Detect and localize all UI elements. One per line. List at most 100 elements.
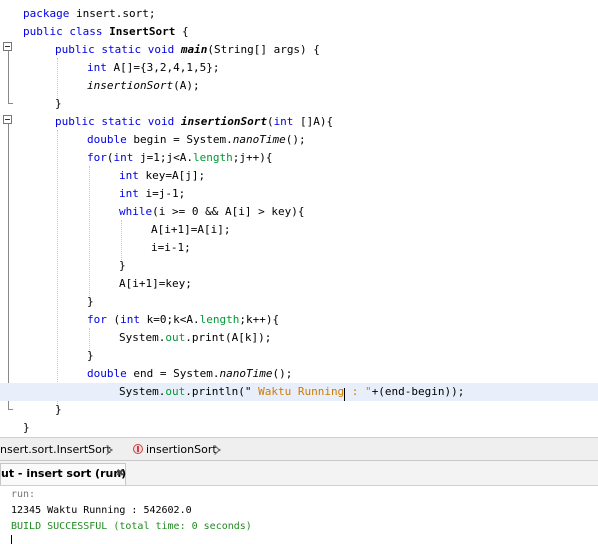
navigation-breadcrumb: nsert.sort.InsertSort insertionSort [0,437,598,461]
code-line-text: public static void main(String[] args) { [55,41,320,59]
code-keyword: for [87,313,107,326]
code-line[interactable]: A[i+1]=A[i]; [0,221,598,239]
code-line-text: while(i >= 0 && A[i] > key){ [119,203,304,221]
code-line-text: int key=A[j]; [119,167,205,185]
code-line[interactable]: package insert.sort; [0,5,598,23]
method-icon [133,444,143,454]
code-token: (String[] args) { [207,43,320,56]
code-keyword: package [23,7,70,20]
code-line-text: double begin = System.nanoTime(); [87,131,306,149]
code-keyword: while [119,205,153,218]
code-line-text: } [87,293,94,311]
code-keyword: int [87,61,107,74]
code-line-text: } [87,347,94,365]
code-line[interactable]: while(i >= 0 && A[i] > key){ [0,203,598,221]
code-field: length [199,313,240,326]
code-token: main [180,43,208,56]
code-token: nanoTime [232,133,286,146]
code-field: out [165,331,186,344]
code-token: j=1;j<A. [133,151,193,164]
code-line[interactable]: int i=j-1; [0,185,598,203]
code-token: insertionSort [87,79,174,92]
breadcrumb-separator-icon [213,441,223,457]
code-token: { [175,25,189,38]
code-line-text: for (int k=0;k<A.length;k++){ [87,311,279,329]
code-line[interactable]: for(int j=1;j<A.length;j++){ [0,149,598,167]
code-token: System. [119,385,166,398]
code-keyword: int [113,151,134,164]
code-line-text: System.out.print(A[k]); [119,329,271,347]
code-line[interactable]: insertionSort(A); [0,77,598,95]
code-line[interactable]: double begin = System.nanoTime(); [0,131,598,149]
code-line-text: int A[]={3,2,4,1,5}; [87,59,219,77]
output-result-line: 12345 Waktu Running : 542602.0 [11,505,192,516]
code-editor[interactable]: package insert.sort; public class InsertS… [0,0,598,437]
code-token: end = System. [126,367,220,380]
code-token: insert.sort; [69,7,156,20]
code-line[interactable]: i=i-1; [0,239,598,257]
code-line-text: A[i+1]=A[i]; [151,221,230,239]
code-keyword: for [87,151,107,164]
code-line-text: insertionSort(A); [87,77,200,95]
code-line[interactable]: } [0,419,598,437]
code-token: (); [272,367,293,380]
code-line[interactable]: } [0,95,598,113]
code-keyword: int [120,313,140,326]
code-string: Waktu Running [251,385,345,398]
code-token: .println(" [185,385,252,398]
code-line[interactable]: } [0,257,598,275]
code-token: []A){ [293,115,334,128]
code-line-current[interactable]: System.out.println(" Waktu Running| : "+… [0,383,598,401]
code-token: key=A[j]; [138,169,206,182]
breadcrumb-method[interactable]: insertionSort [146,442,217,458]
output-build-status: BUILD SUCCESSFUL (total time: 0 seconds) [11,521,252,532]
code-token: } [87,295,94,308]
code-token: +(end-begin)); [371,385,465,398]
code-line[interactable]: } [0,293,598,311]
code-token: InsertSort [109,25,176,38]
code-token: (); [285,133,306,146]
code-token: } [87,349,94,362]
code-line[interactable]: public static void main(String[] args) { [0,41,598,59]
tab-output-label: ut - insert sort (run) [1,467,127,480]
code-token: i=j-1; [138,187,186,200]
close-icon[interactable]: ✖ [116,468,124,479]
tab-output[interactable]: ut - insert sort (run) ✖ [0,463,126,485]
breadcrumb-class[interactable]: nsert.sort.InsertSort [0,442,111,458]
output-tab-bar: ut - insert sort (run) ✖ [0,461,598,486]
code-line[interactable]: System.out.print(A[k]); [0,329,598,347]
code-line[interactable]: } [0,401,598,419]
code-keyword: public static void [55,43,175,56]
code-keyword: double [87,133,127,146]
code-token: (A); [173,79,200,92]
code-line[interactable]: public class InsertSort { [0,23,598,41]
code-string: : " [345,385,372,398]
code-field: out [165,385,186,398]
code-line[interactable]: int A[]={3,2,4,1,5}; [0,59,598,77]
code-token: A[i+1]=A[i]; [151,223,231,236]
code-line-text: package insert.sort; [23,5,155,23]
code-line[interactable]: } [0,347,598,365]
code-keyword: int [119,169,139,182]
code-line[interactable]: public static void insertionSort(int []A… [0,113,598,131]
code-token: A[i+1]=key; [119,277,192,290]
code-keyword: int [273,115,294,128]
code-line[interactable]: A[i+1]=key; [0,275,598,293]
code-line[interactable]: double end = System.nanoTime(); [0,365,598,383]
code-line[interactable]: for (int k=0;k<A.length;k++){ [0,311,598,329]
code-line[interactable]: int key=A[j]; [0,167,598,185]
code-line-text: } [55,401,62,419]
code-line-text: public class InsertSort { [23,23,189,41]
code-token: k=0;k<A. [140,313,200,326]
code-line-text: public static void insertionSort(int []A… [55,113,333,131]
code-line-text: for(int j=1;j<A.length;j++){ [87,149,272,167]
code-keyword: public class [23,25,103,38]
code-line-text: int i=j-1; [119,185,185,203]
code-token: .print(A[k]); [185,331,272,344]
code-keyword: double [87,367,127,380]
output-console[interactable]: run: 12345 Waktu Running : 542602.0 BUIL… [0,486,598,544]
code-token: ( [106,151,114,164]
breadcrumb-separator-icon [105,441,115,457]
